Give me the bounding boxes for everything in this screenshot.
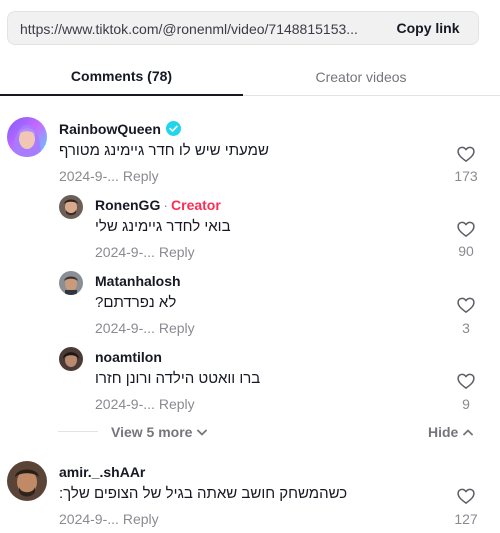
hide-replies-button[interactable]: Hide	[428, 424, 474, 440]
tabs-bar: Comments (78) Creator videos	[0, 58, 500, 96]
reply-meta: 2024-9-... Reply	[95, 319, 195, 337]
like-count: 127	[454, 511, 478, 527]
comment-meta: 2024-9-... Reply	[59, 510, 159, 528]
comment-meta: 2024-9-... Reply	[59, 167, 159, 185]
copy-link-button[interactable]: Copy link	[378, 12, 478, 44]
like-count: 9	[462, 396, 470, 412]
reply-text: לא נפרדתם?	[95, 294, 177, 311]
reply-button[interactable]: Reply	[159, 396, 195, 412]
heart-icon[interactable]	[456, 371, 476, 391]
avatar[interactable]	[7, 117, 47, 157]
avatar[interactable]	[59, 271, 83, 295]
reply-button[interactable]: Reply	[159, 244, 195, 260]
reply-date: 2024-9-...	[95, 244, 155, 260]
like-count: 3	[462, 320, 470, 336]
reply-meta: 2024-9-... Reply	[95, 243, 195, 261]
heart-icon[interactable]	[456, 295, 476, 315]
chevron-up-icon	[463, 429, 474, 436]
hide-label[interactable]: Hide	[428, 424, 458, 440]
comment-text: שמעתי שיש לו חדר גיימינג מטורף	[59, 142, 269, 159]
like-count: 173	[454, 168, 478, 184]
reply-username[interactable]: RonenGG · Creator	[95, 196, 221, 214]
comment-username[interactable]: amir._.shAAr	[59, 463, 145, 481]
avatar[interactable]	[59, 195, 83, 219]
reply-meta: 2024-9-... Reply	[95, 395, 195, 413]
comment-text: כשהמשחק חושב שאתה בגיל של הצופים שלך:	[59, 485, 348, 502]
thread-divider	[58, 431, 98, 432]
reply-username[interactable]: Matanhalosh	[95, 272, 181, 290]
comment-username[interactable]: RainbowQueen	[59, 120, 181, 138]
username-text[interactable]: RainbowQueen	[59, 121, 161, 137]
tab-comments[interactable]: Comments (78)	[0, 58, 243, 96]
like-count: 90	[458, 243, 474, 259]
view-more-label[interactable]: View 5 more	[111, 424, 192, 440]
share-url-bar: https://www.tiktok.com/@ronenml/video/71…	[7, 11, 479, 45]
username-text[interactable]: RonenGG	[95, 197, 160, 213]
reply-button[interactable]: Reply	[159, 320, 195, 336]
tab-creator-videos[interactable]: Creator videos	[243, 58, 479, 96]
reply-text: בואי לחדר גיימינג שלי	[95, 218, 231, 235]
video-url[interactable]: https://www.tiktok.com/@ronenml/video/71…	[20, 21, 370, 37]
reply-button[interactable]: Reply	[123, 168, 159, 184]
avatar[interactable]	[59, 347, 83, 371]
heart-icon[interactable]	[456, 486, 476, 506]
reply-date: 2024-9-...	[95, 396, 155, 412]
avatar[interactable]	[7, 461, 47, 501]
reply-text: ברו וואטט הילדה ורונן חזרו	[95, 370, 261, 387]
chevron-down-icon	[197, 429, 208, 436]
verified-badge-icon	[165, 121, 181, 136]
reply-button[interactable]: Reply	[123, 511, 159, 527]
view-more-replies-button[interactable]: View 5 more	[111, 424, 208, 440]
comment-date: 2024-9-...	[59, 511, 119, 527]
reply-username[interactable]: noamtilon	[95, 348, 162, 366]
separator-dot: ·	[163, 197, 169, 213]
reply-date: 2024-9-...	[95, 320, 155, 336]
creator-badge: Creator	[171, 197, 221, 213]
comment-date: 2024-9-...	[59, 168, 119, 184]
heart-icon[interactable]	[456, 219, 476, 239]
heart-icon[interactable]	[456, 144, 476, 164]
